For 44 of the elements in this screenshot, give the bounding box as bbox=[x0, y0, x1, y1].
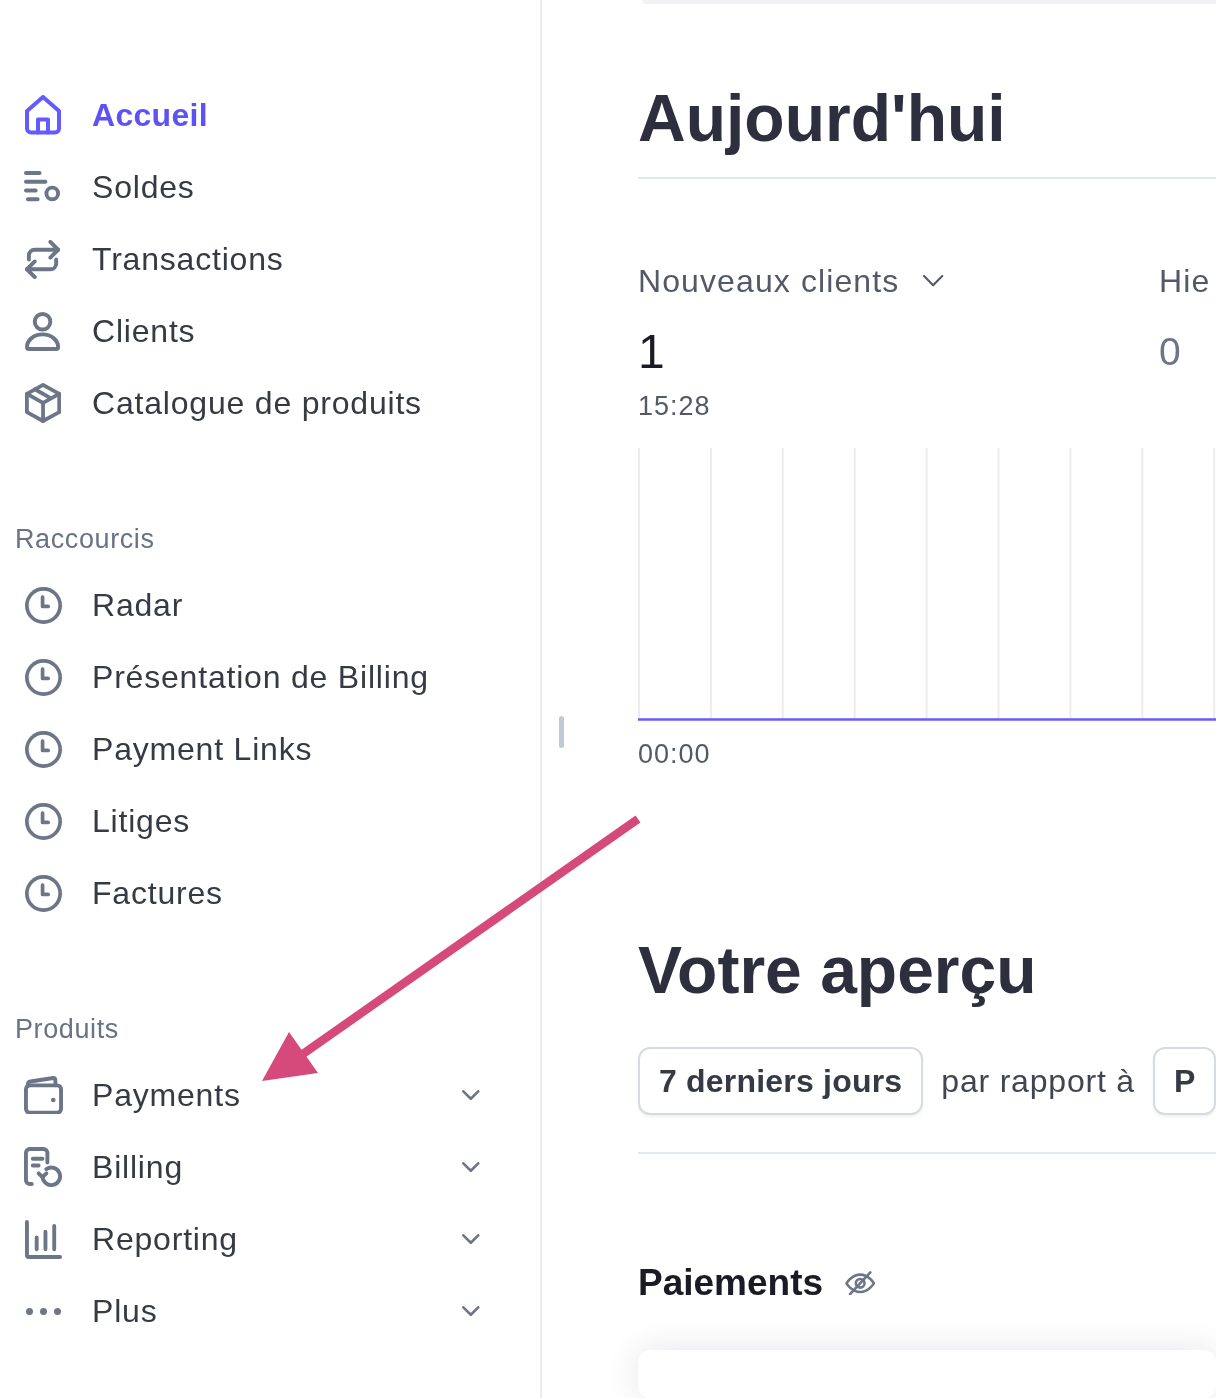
nav-link[interactable]: Plus bbox=[15, 1275, 490, 1347]
metric-value: 0 bbox=[1159, 329, 1182, 375]
nav-link[interactable]: Billing bbox=[15, 1131, 490, 1203]
nav-link[interactable]: Reporting bbox=[15, 1203, 490, 1275]
cube-icon bbox=[24, 383, 62, 423]
person-icon bbox=[25, 311, 61, 351]
more-dots-icon bbox=[25, 1307, 61, 1315]
nav-link[interactable]: Litiges bbox=[15, 785, 490, 857]
nav-link[interactable]: Factures bbox=[15, 857, 490, 929]
filter-button[interactable]: P bbox=[1152, 1047, 1216, 1115]
axis-label: 00:00 bbox=[638, 738, 712, 770]
metric-value: 1 bbox=[638, 324, 666, 380]
nav-link[interactable]: Présentation de Billing bbox=[15, 641, 490, 713]
nav-link[interactable]: Payment Links bbox=[15, 713, 490, 785]
section-heading: Raccourcis bbox=[15, 523, 156, 555]
clock-icon bbox=[24, 658, 62, 696]
nav-link[interactable]: Accueil bbox=[15, 79, 490, 151]
nav-link[interactable]: Catalogue de produits bbox=[15, 367, 490, 439]
chevron-down-icon bbox=[923, 275, 944, 287]
clock-icon bbox=[24, 730, 62, 768]
nav-link[interactable]: Radar bbox=[15, 569, 490, 641]
bar-chart-icon bbox=[24, 1219, 62, 1259]
clock-icon bbox=[24, 874, 62, 912]
nav-link[interactable]: Payments bbox=[15, 1059, 490, 1131]
filter-button[interactable]: 7 derniers jours bbox=[638, 1047, 924, 1115]
metric-label: Hie bbox=[1159, 262, 1212, 301]
document-refresh-icon bbox=[24, 1147, 62, 1187]
nav-link[interactable]: Transactions bbox=[15, 223, 490, 295]
house-icon bbox=[25, 95, 61, 135]
section-heading: Produits bbox=[15, 1013, 120, 1045]
metric-dropdown[interactable]: Nouveaux clients bbox=[638, 261, 944, 301]
card-title: Paiements bbox=[638, 1261, 824, 1305]
nav-link[interactable]: Soldes bbox=[15, 151, 490, 223]
filter-label: par rapport à bbox=[941, 1062, 1135, 1100]
swap-arrows-icon bbox=[25, 239, 61, 279]
wallet-icon bbox=[23, 1075, 63, 1115]
nav-link[interactable]: Clients bbox=[15, 295, 490, 367]
page-title: Aujourd'hui bbox=[638, 80, 1007, 157]
metric-time: 15:28 bbox=[638, 390, 712, 422]
clock-icon bbox=[24, 802, 62, 840]
list-circle-icon bbox=[24, 170, 62, 204]
resize-handle[interactable] bbox=[559, 716, 564, 748]
section-title: Votre aperçu bbox=[638, 932, 1038, 1009]
clock-icon bbox=[24, 586, 62, 624]
